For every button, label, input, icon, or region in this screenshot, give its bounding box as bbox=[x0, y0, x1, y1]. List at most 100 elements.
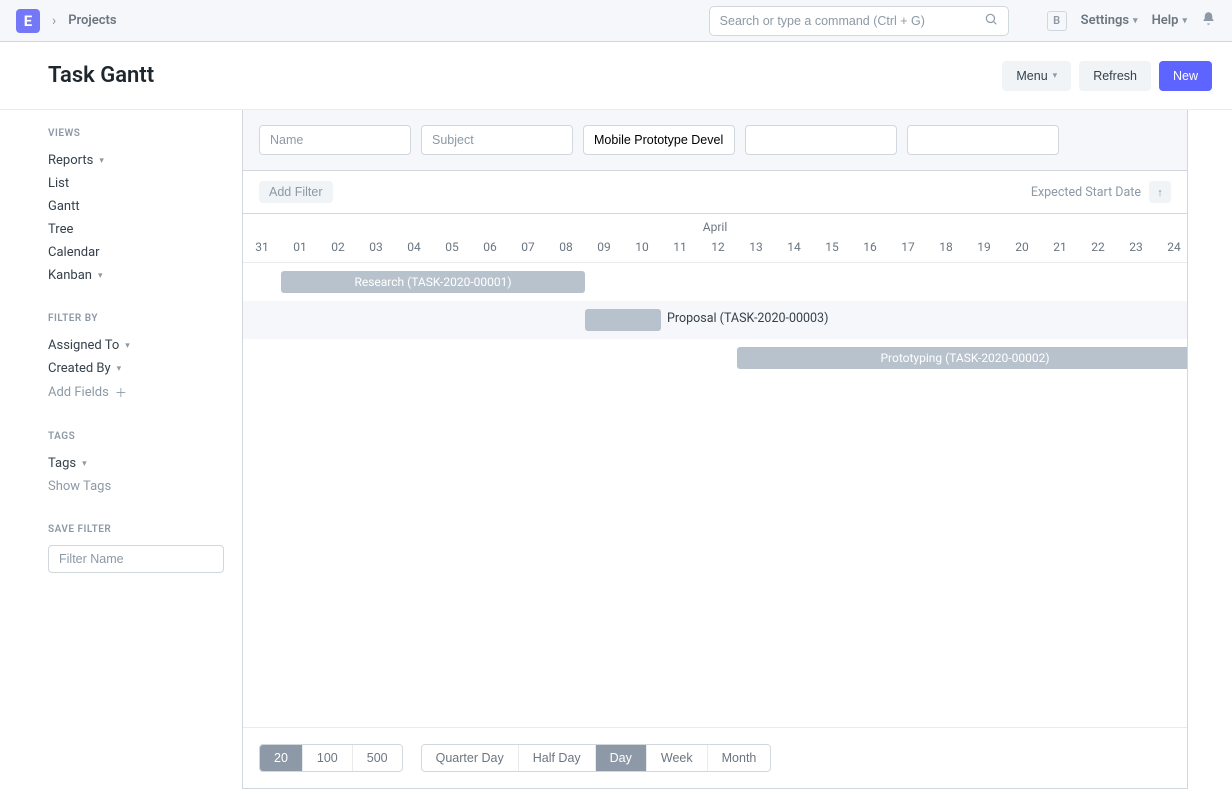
view-label: Calendar bbox=[48, 245, 100, 260]
pagesize-500[interactable]: 500 bbox=[353, 745, 402, 771]
gantt-footer: 20100500 Quarter DayHalf DayDayWeekMonth bbox=[243, 727, 1187, 788]
add-filter-button[interactable]: Add Filter bbox=[259, 181, 333, 203]
sort-label[interactable]: Expected Start Date bbox=[1031, 185, 1141, 200]
gantt-day: 01 bbox=[281, 236, 319, 262]
view-gantt[interactable]: Gantt bbox=[48, 195, 242, 218]
gantt-day: 02 bbox=[319, 236, 357, 262]
filter-4[interactable] bbox=[745, 125, 897, 155]
search-box[interactable] bbox=[709, 6, 1009, 36]
filter-subject[interactable] bbox=[421, 125, 573, 155]
filterby-label: Created By bbox=[48, 361, 111, 376]
gantt-day: 06 bbox=[471, 236, 509, 262]
filterby-assigned-to[interactable]: Assigned To ▾ bbox=[48, 334, 242, 357]
filter-name-input[interactable] bbox=[48, 545, 224, 573]
view-label: Gantt bbox=[48, 199, 80, 214]
gantt-day: 23 bbox=[1117, 236, 1155, 262]
view-reports[interactable]: Reports▾ bbox=[48, 149, 242, 172]
brand-logo[interactable]: E bbox=[16, 9, 40, 33]
view-label: Kanban bbox=[48, 268, 92, 283]
gantt-bar[interactable]: Research (TASK-2020-00001) bbox=[281, 271, 585, 293]
gantt-day: 19 bbox=[965, 236, 1003, 262]
gantt-day: 04 bbox=[395, 236, 433, 262]
search-icon bbox=[984, 12, 998, 30]
scale-month[interactable]: Month bbox=[708, 745, 771, 771]
filter-name[interactable] bbox=[259, 125, 411, 155]
gantt-day: 15 bbox=[813, 236, 851, 262]
filter-project[interactable] bbox=[583, 125, 735, 155]
caret-down-icon: ▾ bbox=[99, 156, 104, 166]
view-list[interactable]: List bbox=[48, 172, 242, 195]
user-avatar[interactable]: B bbox=[1047, 11, 1067, 31]
settings-label: Settings bbox=[1081, 13, 1129, 28]
filterby-heading: Filter By bbox=[48, 313, 242, 324]
menu-label: Menu bbox=[1016, 69, 1047, 83]
scale-half-day[interactable]: Half Day bbox=[519, 745, 596, 771]
gantt-bar[interactable]: Prototyping (TASK-2020-00002) bbox=[737, 347, 1187, 369]
show-tags[interactable]: Show Tags bbox=[48, 475, 242, 498]
gantt-day: 18 bbox=[927, 236, 965, 262]
tags-dropdown[interactable]: Tags ▾ bbox=[48, 452, 242, 475]
view-label: Tree bbox=[48, 222, 73, 237]
gantt-day: 08 bbox=[547, 236, 585, 262]
caret-down-icon: ▾ bbox=[1053, 70, 1058, 81]
caret-down-icon: ▾ bbox=[117, 364, 122, 374]
gantt-day: 14 bbox=[775, 236, 813, 262]
scale-week[interactable]: Week bbox=[647, 745, 708, 771]
menu-button[interactable]: Menu ▾ bbox=[1002, 61, 1071, 91]
caret-down-icon: ▾ bbox=[98, 271, 103, 281]
add-fields[interactable]: Add Fields ＋ bbox=[48, 380, 242, 405]
scale-day[interactable]: Day bbox=[596, 745, 647, 771]
views-heading: Views bbox=[48, 128, 242, 139]
breadcrumb[interactable]: Projects bbox=[68, 13, 116, 28]
settings-menu[interactable]: Settings ▾ bbox=[1081, 13, 1138, 28]
gantt-month-label: April bbox=[243, 214, 1187, 236]
page-header: Task Gantt Menu ▾ Refresh New bbox=[0, 42, 1232, 110]
filterby-label: Assigned To bbox=[48, 338, 119, 353]
gantt-day: 05 bbox=[433, 236, 471, 262]
caret-down-icon: ▾ bbox=[82, 459, 87, 469]
gantt-row: Proposal (TASK-2020-00003) bbox=[243, 301, 1187, 339]
scale-quarter-day[interactable]: Quarter Day bbox=[422, 745, 519, 771]
gantt-day: 16 bbox=[851, 236, 889, 262]
gantt-day: 12 bbox=[699, 236, 737, 262]
view-tree[interactable]: Tree bbox=[48, 218, 242, 241]
caret-down-icon: ▾ bbox=[125, 341, 130, 351]
help-label: Help bbox=[1152, 13, 1179, 28]
gantt-day: 17 bbox=[889, 236, 927, 262]
pagesize-100[interactable]: 100 bbox=[303, 745, 353, 771]
gantt-row: Prototyping (TASK-2020-00002) bbox=[243, 339, 1187, 377]
caret-down-icon: ▾ bbox=[1133, 16, 1138, 26]
gantt-day: 13 bbox=[737, 236, 775, 262]
filter-row bbox=[243, 110, 1187, 171]
gantt-day: 20 bbox=[1003, 236, 1041, 262]
help-menu[interactable]: Help ▾ bbox=[1152, 13, 1187, 28]
page-size-toggle: 20100500 bbox=[259, 744, 403, 772]
add-fields-label: Add Fields bbox=[48, 385, 109, 400]
view-kanban[interactable]: Kanban ▾ bbox=[48, 264, 242, 287]
refresh-button[interactable]: Refresh bbox=[1079, 61, 1151, 91]
gantt-rows: Research (TASK-2020-00001) Proposal (TASK… bbox=[243, 263, 1187, 377]
gantt-day: 22 bbox=[1079, 236, 1117, 262]
pagesize-20[interactable]: 20 bbox=[260, 745, 303, 771]
gantt-day-header: 3101020304050607080910111213141516171819… bbox=[243, 236, 1187, 262]
new-button[interactable]: New bbox=[1159, 61, 1212, 91]
chevron-right-icon: › bbox=[50, 13, 58, 29]
page-title: Task Gantt bbox=[48, 63, 154, 88]
gantt-day: 10 bbox=[623, 236, 661, 262]
sort-asc-icon[interactable]: ↑ bbox=[1149, 181, 1171, 203]
bell-icon[interactable] bbox=[1201, 11, 1216, 30]
view-calendar[interactable]: Calendar bbox=[48, 241, 242, 264]
savefilter-heading: Save Filter bbox=[48, 524, 242, 535]
plus-icon: ＋ bbox=[115, 384, 127, 401]
filter-5[interactable] bbox=[907, 125, 1059, 155]
gantt-bar[interactable] bbox=[585, 309, 661, 331]
scale-toggle: Quarter DayHalf DayDayWeekMonth bbox=[421, 744, 772, 772]
gantt-chart: April 3101020304050607080910111213141516… bbox=[243, 214, 1187, 727]
filterby-created-by[interactable]: Created By ▾ bbox=[48, 357, 242, 380]
tags-label: Tags bbox=[48, 456, 76, 471]
sidebar: Views Reports▾List Gantt Tree Calendar Kanba… bbox=[0, 110, 242, 789]
navbar: E › Projects B Settings ▾ Help ▾ bbox=[0, 0, 1232, 42]
gantt-day: 31 bbox=[243, 236, 281, 262]
caret-down-icon: ▾ bbox=[1182, 16, 1187, 26]
search-input[interactable] bbox=[720, 14, 984, 28]
